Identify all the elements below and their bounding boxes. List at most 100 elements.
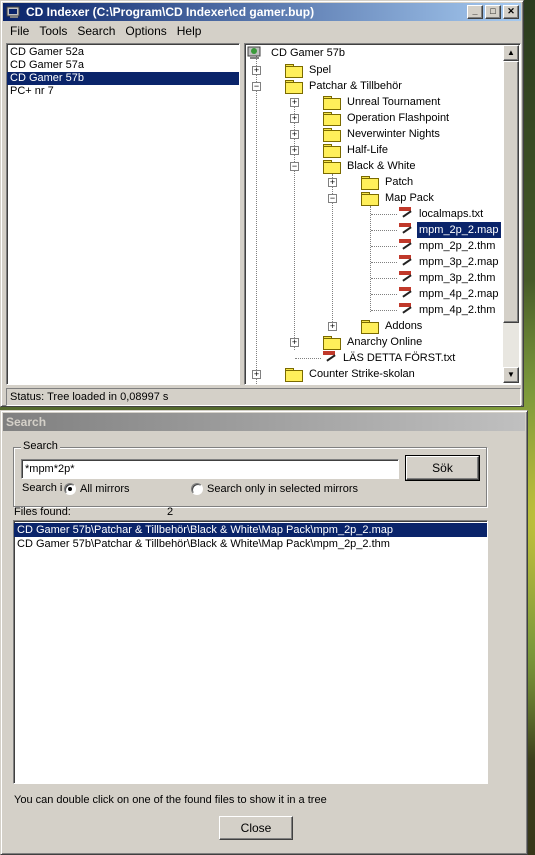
folder-icon [285, 63, 303, 78]
search-group-label: Search [21, 440, 60, 452]
tree-file-mpm-3p-2-map[interactable]: mpm_3p_2.map [399, 254, 501, 270]
tree-label: Operation Flashpoint [347, 112, 450, 124]
folder-icon [361, 175, 379, 190]
folder-tree[interactable]: CD Gamer 57b + Spel − Patchar & Tillbehö… [244, 43, 521, 385]
radio-all-mirrors-label[interactable]: All mirrors [80, 483, 130, 495]
tree-file-las-detta[interactable]: LÄS DETTA FÖRST.txt [323, 350, 457, 366]
tree-label: mpm_3p_2.map [419, 256, 499, 268]
expand-plus-icon[interactable]: + [328, 322, 337, 331]
tree-node-blackwhite[interactable]: Black & White [323, 158, 417, 174]
expand-plus-icon[interactable]: + [290, 114, 299, 123]
files-found-label: Files found: [14, 506, 71, 518]
tree-node-patch[interactable]: Patch [361, 174, 415, 190]
expand-plus-icon[interactable]: + [290, 98, 299, 107]
tree-node-counterstrike[interactable]: Counter Strike-skolan [285, 366, 417, 382]
close-button[interactable]: Close [219, 816, 293, 840]
tree-label: Anarchy Online [347, 336, 423, 348]
menu-tools[interactable]: Tools [34, 24, 72, 38]
collapse-minus-icon[interactable]: − [252, 82, 261, 91]
tree-node-anarchy[interactable]: Anarchy Online [323, 334, 424, 350]
tree-guide [256, 56, 257, 384]
mirror-list[interactable]: CD Gamer 52a CD Gamer 57a CD Gamer 57b P… [6, 43, 240, 385]
tree-label: Addons [385, 320, 423, 332]
tree-guide [371, 262, 397, 263]
search-input[interactable]: *mpm*2p* [21, 459, 399, 479]
tree-node-operation[interactable]: Operation Flashpoint [323, 110, 451, 126]
close-window-button[interactable]: ✕ [503, 5, 519, 19]
radio-selected-mirrors-label[interactable]: Search only in selected mirrors [207, 483, 358, 495]
mirror-item-cd-gamer-52a[interactable]: CD Gamer 52a [7, 46, 239, 59]
tree-file-mpm-4p-2-map[interactable]: mpm_4p_2.map [399, 286, 501, 302]
collapse-minus-icon[interactable]: − [328, 194, 337, 203]
folder-icon [323, 95, 341, 110]
folder-icon [361, 319, 379, 334]
expand-plus-icon[interactable]: + [252, 370, 261, 379]
app-icon [6, 5, 22, 19]
tree-guide [371, 310, 397, 311]
main-window-title: CD Indexer (C:\Program\CD Indexer\cd gam… [26, 5, 315, 19]
tree-label: Unreal Tournament [347, 96, 441, 108]
folder-icon [323, 127, 341, 142]
tree-file-mpm-2p-2-map[interactable]: mpm_2p_2.map [399, 222, 501, 238]
file-icon [399, 271, 413, 285]
file-icon [399, 287, 413, 301]
tree-file-mpm-4p-2-thm[interactable]: mpm_4p_2.thm [399, 302, 497, 318]
tree-node-mappack[interactable]: Map Pack [361, 190, 436, 206]
radio-selected-mirrors[interactable] [191, 483, 203, 495]
tree-node-root[interactable]: CD Gamer 57b [247, 45, 347, 61]
tree-file-localmaps[interactable]: localmaps.txt [399, 206, 485, 222]
sok-button[interactable]: Sök [405, 455, 480, 481]
tree-label: mpm_3p_2.thm [419, 272, 496, 284]
result-item[interactable]: CD Gamer 57b\Patchar & Tillbehör\Black &… [14, 537, 487, 551]
tree-label: Black & White [347, 160, 416, 172]
hint-text: You can double click on one of the found… [14, 794, 327, 806]
mirror-item-cd-gamer-57b[interactable]: CD Gamer 57b [7, 72, 239, 85]
mirror-item-pc-nr-7[interactable]: PC+ nr 7 [7, 85, 239, 98]
file-icon [399, 303, 413, 317]
menu-search[interactable]: Search [72, 24, 120, 38]
status-bar: Status: Tree loaded in 0,08997 s [6, 388, 521, 406]
main-window: CD Indexer (C:\Program\CD Indexer\cd gam… [0, 0, 524, 407]
tree-file-mpm-2p-2-thm[interactable]: mpm_2p_2.thm [399, 238, 497, 254]
minimize-button[interactable]: _ [467, 5, 483, 19]
main-titlebar[interactable]: CD Indexer (C:\Program\CD Indexer\cd gam… [3, 3, 521, 21]
scroll-thumb[interactable] [503, 61, 519, 323]
menu-file[interactable]: File [5, 24, 34, 38]
folder-icon [323, 159, 341, 174]
expand-plus-icon[interactable]: + [328, 178, 337, 187]
expand-plus-icon[interactable]: + [290, 146, 299, 155]
expand-plus-icon[interactable]: + [290, 338, 299, 347]
tree-node-patchar[interactable]: Patchar & Tillbehör [285, 78, 404, 94]
expand-plus-icon[interactable]: + [290, 130, 299, 139]
tree-node-unreal[interactable]: Unreal Tournament [323, 94, 442, 110]
search-titlebar[interactable]: Search [3, 413, 525, 431]
search-in-label: Search i [22, 482, 63, 494]
tree-guide [371, 246, 397, 247]
tree-guide [370, 206, 371, 312]
tree-node-neverwinter[interactable]: Neverwinter Nights [323, 126, 442, 142]
tree-node-halflife[interactable]: Half-Life [323, 142, 390, 158]
computer-icon [247, 46, 265, 60]
maximize-button[interactable]: □ [485, 5, 501, 19]
tree-guide [371, 278, 397, 279]
menu-options[interactable]: Options [120, 24, 171, 38]
tree-label: mpm_4p_2.map [419, 288, 499, 300]
tree-node-addons[interactable]: Addons [361, 318, 424, 334]
mirror-item-cd-gamer-57a[interactable]: CD Gamer 57a [7, 59, 239, 72]
file-icon [399, 223, 413, 237]
menu-help[interactable]: Help [172, 24, 207, 38]
tree-label: Patchar & Tillbehör [309, 80, 402, 92]
expand-plus-icon[interactable]: + [252, 66, 261, 75]
tree-file-mpm-3p-2-thm[interactable]: mpm_3p_2.thm [399, 270, 497, 286]
file-icon [399, 239, 413, 253]
tree-node-spel[interactable]: Spel [285, 62, 333, 78]
results-list[interactable]: CD Gamer 57b\Patchar & Tillbehör\Black &… [13, 520, 488, 784]
scroll-up-icon[interactable]: ▲ [503, 45, 519, 61]
tree-label: Spel [309, 64, 332, 76]
tree-label: mpm_2p_2.map [417, 222, 501, 238]
collapse-minus-icon[interactable]: − [290, 162, 299, 171]
tree-scrollbar[interactable]: ▲ ▼ [503, 45, 519, 383]
radio-all-mirrors[interactable] [64, 483, 76, 495]
result-item[interactable]: CD Gamer 57b\Patchar & Tillbehör\Black &… [14, 523, 487, 537]
scroll-down-icon[interactable]: ▼ [503, 367, 519, 383]
